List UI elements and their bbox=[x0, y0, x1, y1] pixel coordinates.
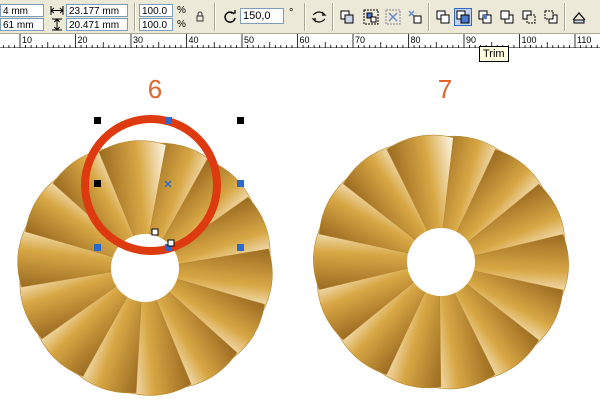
scale-x-field[interactable]: 100.0 bbox=[139, 4, 173, 17]
handle-bottom-left[interactable] bbox=[94, 244, 101, 251]
weld-button[interactable] bbox=[434, 8, 452, 26]
ruler-label: 90 bbox=[466, 35, 476, 45]
separator bbox=[304, 3, 305, 31]
y-position-field[interactable]: 61 mm bbox=[0, 18, 44, 31]
gold-flower-step-6[interactable] bbox=[17, 140, 273, 396]
height-field[interactable]: 20.471 mm bbox=[66, 18, 128, 31]
weld-icon bbox=[436, 10, 450, 24]
back-minus-front-icon bbox=[544, 10, 558, 24]
back-minus-front-button[interactable] bbox=[542, 8, 560, 26]
front-minus-back-button[interactable] bbox=[520, 8, 538, 26]
ungroup-button[interactable] bbox=[362, 8, 380, 26]
intersect-icon bbox=[478, 10, 492, 24]
rotate-icon bbox=[222, 9, 238, 25]
handle-top-right[interactable] bbox=[237, 117, 244, 124]
front-minus-back-icon bbox=[522, 10, 536, 24]
ruler-label: 30 bbox=[133, 35, 143, 45]
ruler-label: 100 bbox=[522, 35, 537, 45]
handle-top-center[interactable] bbox=[165, 117, 172, 124]
ruler-label: 40 bbox=[189, 35, 199, 45]
horizontal-ruler[interactable]: 10 20 30 40 50 60 70 80 90 100 110 bbox=[0, 34, 600, 48]
trim-button[interactable] bbox=[454, 8, 472, 26]
simplify-icon bbox=[500, 10, 514, 24]
node-handle[interactable] bbox=[151, 228, 159, 236]
step-number-left: 6 bbox=[148, 74, 162, 104]
scale-y-percent: % bbox=[177, 19, 186, 30]
ruler-scale: 10 20 30 40 50 60 70 80 90 100 110 bbox=[2, 34, 598, 48]
height-icon bbox=[50, 18, 64, 31]
boundary-icon bbox=[572, 12, 586, 24]
ruler-label: 110 bbox=[577, 35, 591, 45]
separator bbox=[332, 3, 333, 31]
property-bar: 4 mm 61 mm 23.177 mm 20.471 mm 100.0 100… bbox=[0, 0, 600, 34]
group-icon bbox=[340, 10, 354, 24]
ruler-label: 20 bbox=[78, 35, 88, 45]
flower-center-hole bbox=[407, 228, 475, 296]
separator bbox=[428, 3, 429, 31]
gold-flower-step-7[interactable] bbox=[313, 134, 569, 390]
separator bbox=[564, 3, 565, 31]
simplify-button[interactable] bbox=[498, 8, 516, 26]
width-field[interactable]: 23.177 mm bbox=[66, 4, 128, 17]
intersect-button[interactable] bbox=[476, 8, 494, 26]
ruler-label: 80 bbox=[411, 35, 421, 45]
handle-middle-left[interactable] bbox=[94, 180, 101, 187]
separator bbox=[134, 3, 135, 31]
combine-icon bbox=[408, 10, 422, 24]
separator bbox=[214, 3, 215, 31]
group-button[interactable] bbox=[338, 8, 356, 26]
trim-tooltip: Trim bbox=[479, 46, 509, 62]
handle-middle-right[interactable] bbox=[237, 180, 244, 187]
handle-bottom-right[interactable] bbox=[237, 244, 244, 251]
ruler-label: 10 bbox=[22, 35, 32, 45]
step-number-right: 7 bbox=[438, 74, 452, 104]
combine-button[interactable] bbox=[406, 8, 424, 26]
width-icon bbox=[50, 4, 64, 17]
drawing-canvas[interactable]: 6 7 bbox=[0, 48, 600, 414]
lock-ratio-icon[interactable] bbox=[194, 10, 206, 22]
ungroup-icon bbox=[363, 9, 379, 25]
ungroup-all-button[interactable] bbox=[384, 8, 402, 26]
scale-x-percent: % bbox=[177, 5, 186, 16]
create-boundary-button[interactable] bbox=[570, 8, 588, 26]
ruler-label: 60 bbox=[300, 35, 310, 45]
rotation-degree: ° bbox=[289, 7, 294, 19]
scale-y-field[interactable]: 100.0 bbox=[139, 18, 173, 31]
rotation-field[interactable]: 150,0 bbox=[240, 8, 284, 24]
mirror-icon bbox=[311, 11, 327, 23]
ruler-label: 50 bbox=[244, 35, 254, 45]
node-handle[interactable] bbox=[167, 239, 175, 247]
handle-top-left[interactable] bbox=[94, 117, 101, 124]
ungroup-all-icon bbox=[385, 9, 401, 25]
ruler-label: 70 bbox=[355, 35, 365, 45]
x-position-field[interactable]: 4 mm bbox=[0, 4, 44, 17]
mirror-button[interactable] bbox=[310, 8, 328, 26]
trim-icon bbox=[456, 10, 470, 24]
